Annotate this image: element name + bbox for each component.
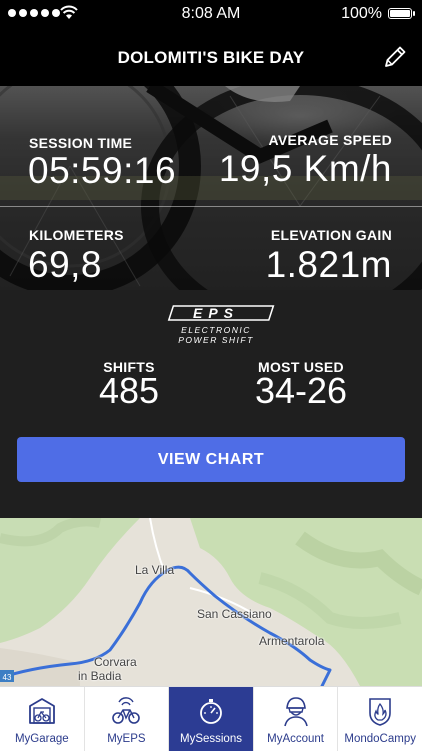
elevation-gain-label: ELEVATION GAIN bbox=[270, 227, 392, 243]
map-terrain: 43 bbox=[0, 518, 422, 686]
tab-bar: MyGarage MyEPS MySessions MyAccount Mond… bbox=[0, 686, 422, 751]
eps-logo-subtitle-2: POWER SHIFT bbox=[178, 335, 254, 345]
bike-icon bbox=[109, 695, 143, 727]
battery-icon bbox=[388, 8, 415, 19]
eps-logo-subtitle-1: ELECTRONIC bbox=[181, 325, 251, 335]
route-map[interactable]: 43 La Villa San Cassiano Armentarola Cor… bbox=[0, 518, 422, 686]
elevation-gain-value: 1.821m bbox=[265, 244, 392, 285]
shifts-value: 485 bbox=[98, 370, 160, 411]
battery-percent: 100% bbox=[341, 5, 382, 22]
tab-label: MySessions bbox=[179, 733, 242, 745]
tab-label: MyAccount bbox=[267, 733, 325, 745]
place-label: La Villa bbox=[135, 563, 175, 577]
tab-label: MondoCampy bbox=[344, 733, 416, 745]
kilometers-value: 69,8 bbox=[28, 244, 103, 285]
session-time-value: 05:59:16 bbox=[28, 150, 177, 191]
eps-logo: EPS ELECTRONIC POWER SHIFT bbox=[167, 305, 275, 345]
stopwatch-icon bbox=[194, 695, 228, 727]
tab-label: MyEPS bbox=[107, 733, 146, 745]
kilometers-label: KILOMETERS bbox=[29, 227, 124, 243]
session-hero: SESSION TIME 05:59:16 AVERAGE SPEED 19,5… bbox=[0, 86, 422, 290]
average-speed-label: AVERAGE SPEED bbox=[268, 132, 392, 148]
tab-myeps[interactable]: MyEPS bbox=[85, 687, 170, 751]
pencil-icon[interactable] bbox=[382, 44, 408, 70]
place-label: Corvara bbox=[94, 655, 137, 669]
road-badge: 43 bbox=[3, 673, 12, 682]
status-bar: 8:08 AM 100% bbox=[0, 0, 422, 28]
tab-mygarage[interactable]: MyGarage bbox=[0, 687, 85, 751]
stats-divider bbox=[0, 206, 422, 207]
eps-panel: EPS ELECTRONIC POWER SHIFT SHIFTS 485 MO… bbox=[0, 290, 422, 518]
place-label: in Badia bbox=[78, 669, 122, 683]
place-label: Armentarola bbox=[259, 634, 325, 648]
nav-bar: DOLOMITI'S BIKE DAY bbox=[0, 28, 422, 86]
view-chart-button[interactable]: VIEW CHART bbox=[17, 437, 405, 482]
garage-icon bbox=[25, 695, 59, 727]
tab-mysessions[interactable]: MySessions bbox=[169, 687, 254, 751]
page-title: DOLOMITI'S BIKE DAY bbox=[117, 48, 305, 67]
eps-logo-text: EPS bbox=[193, 305, 239, 321]
tab-label: MyGarage bbox=[14, 733, 69, 745]
tab-myaccount[interactable]: MyAccount bbox=[254, 687, 339, 751]
campy-flame-icon bbox=[363, 695, 397, 727]
average-speed-value: 19,5 Km/h bbox=[218, 148, 392, 189]
tab-mondocampy[interactable]: MondoCampy bbox=[338, 687, 422, 751]
most-used-value: 34-26 bbox=[254, 370, 348, 411]
rider-helmet-icon bbox=[279, 695, 313, 727]
session-time-label: SESSION TIME bbox=[29, 135, 133, 151]
place-label: San Cassiano bbox=[197, 607, 272, 621]
